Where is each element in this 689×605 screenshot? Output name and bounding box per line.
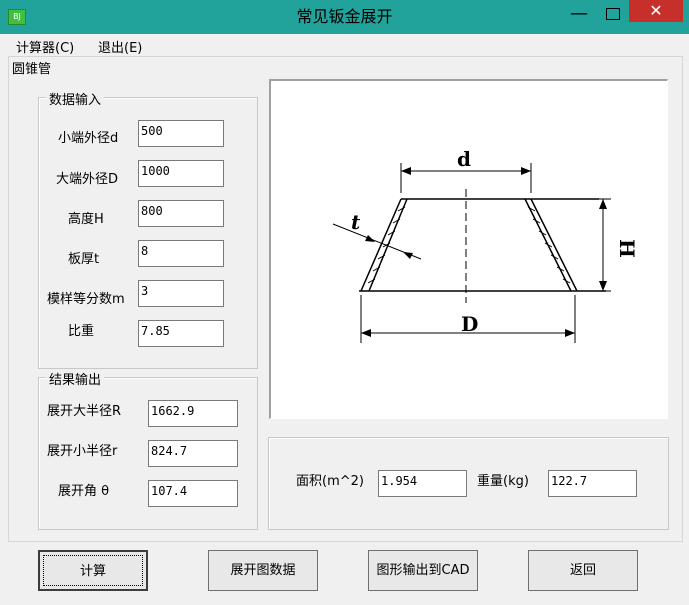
maximize-icon	[606, 8, 620, 20]
menu-exit[interactable]: 退出(E)	[98, 37, 142, 56]
unfold-large-radius-label: 展开大半径R	[47, 404, 122, 419]
height-label: 高度H	[68, 212, 104, 227]
height-input[interactable]: 800	[138, 200, 224, 227]
calculate-button[interactable]: 计算	[38, 550, 148, 591]
close-button[interactable]: ✕	[629, 0, 683, 22]
unfold-data-button-label: 展开图数据	[230, 563, 296, 578]
unfold-small-radius-output[interactable]: 824.7	[148, 440, 238, 467]
label-H: H	[615, 239, 639, 258]
divisions-input[interactable]: 3	[138, 280, 224, 307]
weight-output[interactable]: 122.7	[548, 470, 637, 497]
unfold-angle-label: 展开角 θ	[58, 484, 110, 499]
weight-label: 重量(kg)	[477, 474, 529, 489]
label-t: t	[351, 210, 361, 234]
density-label: 比重	[68, 324, 95, 339]
area-label: 面积(m^2)	[296, 474, 364, 489]
output-group-label: 结果输出	[46, 369, 105, 388]
cone-drawing-panel: d D t H	[269, 79, 668, 419]
menu-bar: 计算器(C) 退出(E)	[8, 34, 681, 56]
unfold-large-radius-output[interactable]: 1662.9	[148, 400, 238, 427]
title-bar[interactable]: BJ 常见钣金展开 — ✕	[0, 0, 689, 34]
minimize-button[interactable]: —	[568, 2, 590, 28]
menu-calculator[interactable]: 计算器(C)	[16, 37, 74, 56]
large-diameter-input[interactable]: 1000	[138, 160, 224, 187]
label-d: d	[457, 147, 471, 171]
large-diameter-label: 大端外径D	[56, 172, 119, 187]
small-diameter-label: 小端外径d	[58, 131, 119, 146]
unfold-data-button[interactable]: 展开图数据	[208, 550, 318, 591]
density-input[interactable]: 7.85	[138, 320, 224, 347]
maximize-button[interactable]	[602, 4, 624, 28]
unfold-angle-output[interactable]: 107.4	[148, 480, 238, 507]
cone-group-label: 圆锥管	[10, 58, 54, 77]
area-output[interactable]: 1.954	[378, 470, 467, 497]
divisions-label: 模样等分数m	[47, 292, 125, 307]
label-D: D	[461, 312, 478, 336]
back-button-label: 返回	[569, 563, 596, 578]
small-diameter-input[interactable]: 500	[138, 120, 224, 147]
back-button[interactable]: 返回	[528, 550, 638, 591]
export-cad-button[interactable]: 图形输出到CAD	[368, 550, 478, 591]
input-group-label: 数据输入	[46, 89, 105, 108]
thickness-input[interactable]: 8	[138, 240, 224, 267]
cone-diagram: d D t H	[332, 147, 639, 343]
thickness-label: 板厚t	[68, 252, 100, 267]
unfold-small-radius-label: 展开小半径r	[47, 444, 118, 459]
focus-rect	[43, 555, 143, 586]
export-cad-button-label: 图形输出到CAD	[376, 563, 470, 578]
app-window: BJ 常见钣金展开 — ✕ 计算器(C) 退出(E) 圆锥管 数据输入 小端外径…	[0, 0, 689, 605]
